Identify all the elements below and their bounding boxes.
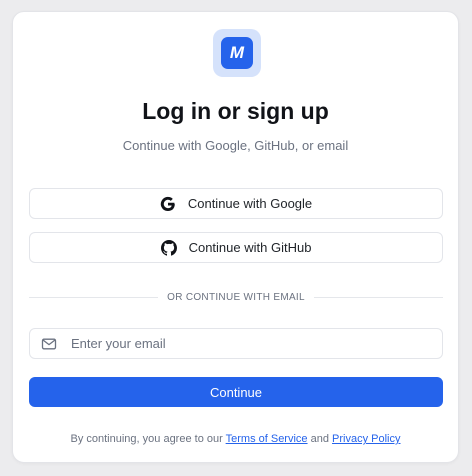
logo-mark: M (221, 37, 253, 69)
footer-prefix: By continuing, you agree to our (70, 433, 223, 445)
divider-label: OR CONTINUE WITH EMAIL (167, 291, 305, 303)
page-subtitle: Continue with Google, GitHub, or email (122, 138, 349, 153)
app-logo: M (213, 29, 261, 77)
email-input[interactable] (69, 335, 442, 352)
github-button-label: Continue with GitHub (188, 240, 312, 255)
divider-line-left (29, 296, 159, 298)
terms-of-service-link[interactable]: Terms of Service (226, 433, 308, 445)
google-button-label: Continue with Google (187, 196, 313, 211)
divider: OR CONTINUE WITH EMAIL (29, 290, 443, 304)
continue-with-github-button[interactable]: Continue with GitHub (29, 232, 443, 263)
privacy-policy-link[interactable]: Privacy Policy (332, 433, 400, 445)
page-title: Log in or sign up (142, 98, 329, 124)
legal-footer: By continuing, you agree to our Terms of… (13, 433, 458, 445)
google-icon (160, 196, 176, 212)
continue-with-google-button[interactable]: Continue with Google (29, 188, 443, 219)
continue-button[interactable]: Continue (29, 377, 443, 407)
email-field[interactable] (29, 328, 443, 359)
mail-icon (41, 336, 57, 352)
divider-line-right (313, 296, 443, 298)
github-icon (160, 239, 177, 256)
footer-conjunction: and (310, 433, 329, 445)
auth-card: M Log in or sign up Continue with Google… (12, 11, 459, 463)
